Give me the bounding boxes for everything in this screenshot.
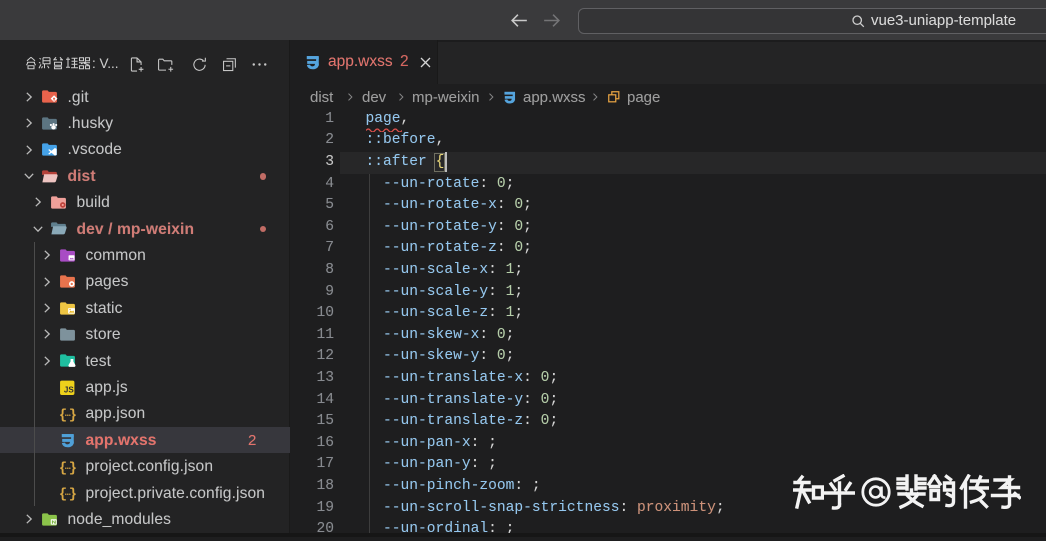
svg-text:}: } <box>69 461 76 475</box>
svg-text:}: } <box>69 488 76 502</box>
svg-text:}: } <box>69 408 76 422</box>
svg-text:JS: JS <box>64 385 74 394</box>
